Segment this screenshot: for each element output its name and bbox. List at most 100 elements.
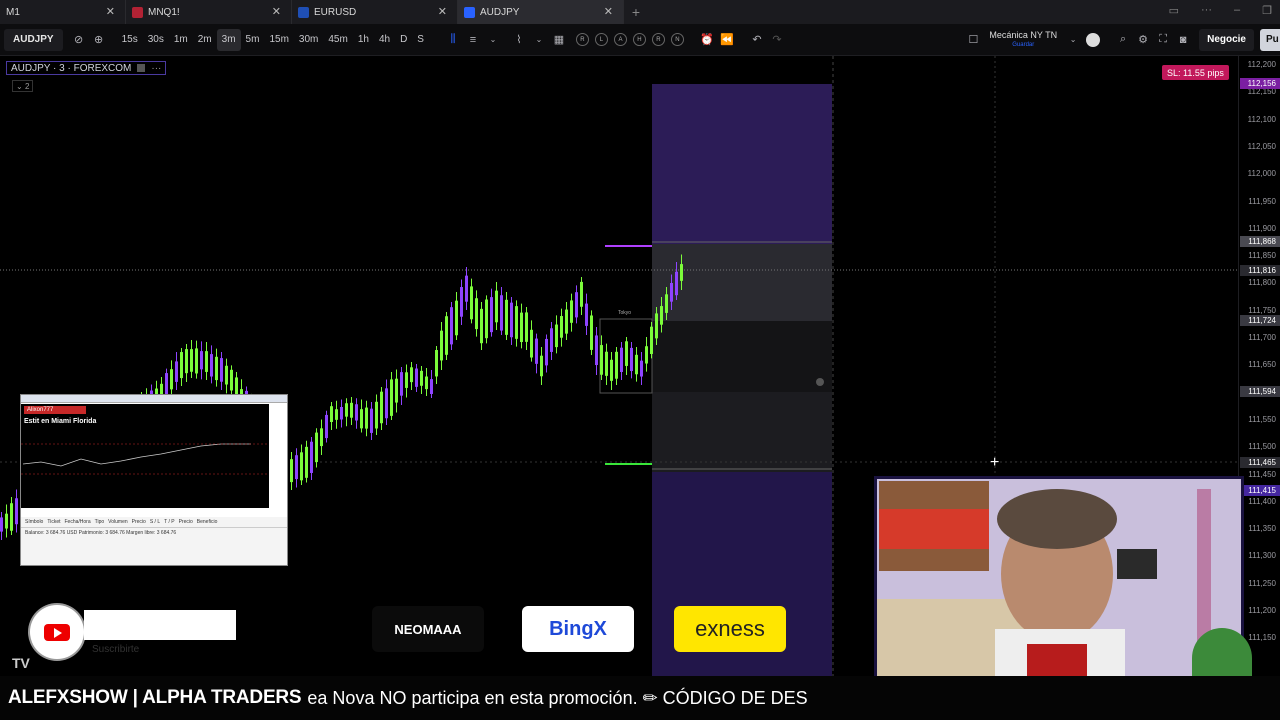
- close-icon[interactable]: ✕: [438, 5, 447, 18]
- candle-body: [15, 498, 18, 524]
- range-zone-lower: [652, 392, 832, 472]
- marker-button-0[interactable]: R: [576, 33, 589, 46]
- marker-button-1[interactable]: L: [595, 33, 608, 46]
- timeframe-1h[interactable]: 1h: [353, 29, 374, 51]
- window-menu-icon[interactable]: ▭: [1169, 4, 1179, 17]
- chevron-down-icon[interactable]: ⌄: [483, 29, 503, 51]
- candle-body: [355, 404, 358, 420]
- tab-eurusd[interactable]: EURUSD ✕: [292, 0, 458, 24]
- subscribe-box[interactable]: [84, 610, 236, 640]
- add-symbol-icon[interactable]: ⊕: [89, 29, 109, 51]
- candle-body: [5, 514, 8, 529]
- timeframe-30m[interactable]: 30m: [294, 29, 323, 51]
- price-tick-label: 112,000: [1248, 169, 1276, 178]
- timeframe-15m[interactable]: 15m: [264, 29, 293, 51]
- symbol-legend[interactable]: AUDJPY · 3 · FOREXCOM ···: [6, 61, 166, 75]
- timeframe-15s[interactable]: 15s: [117, 29, 143, 51]
- close-icon[interactable]: ✕: [604, 5, 613, 18]
- undo-icon[interactable]: ↶: [747, 29, 767, 51]
- webcam-overlay: [874, 476, 1244, 690]
- marker-button-2[interactable]: A: [614, 33, 627, 46]
- trade-button[interactable]: Negocie: [1199, 29, 1254, 51]
- marker-button-3[interactable]: H: [633, 33, 646, 46]
- mt-column-header: Fecha/Hora: [65, 519, 91, 525]
- timeframe-S[interactable]: S: [412, 29, 429, 51]
- templates-icon[interactable]: ▦: [549, 29, 569, 51]
- range-zone-upper: [652, 244, 832, 321]
- price-tick-label: 111,500: [1248, 442, 1276, 451]
- chart-type-icon[interactable]: ≡: [463, 29, 483, 51]
- candle-body: [490, 297, 493, 332]
- indicator-flag-icon[interactable]: ⊘: [69, 29, 89, 51]
- timeframe-4h[interactable]: 4h: [374, 29, 395, 51]
- avatar[interactable]: [1083, 29, 1103, 51]
- tab-m1[interactable]: M1 ✕: [0, 0, 126, 24]
- candle-body: [200, 351, 203, 369]
- indicators-toggle[interactable]: ⌄ 2: [12, 80, 33, 92]
- candle-body: [430, 379, 433, 394]
- more-icon[interactable]: ···: [1201, 4, 1212, 17]
- candle-body: [0, 517, 3, 531]
- publish-button[interactable]: Pu: [1260, 29, 1280, 51]
- candle-body: [195, 348, 198, 373]
- candle-body: [210, 354, 213, 376]
- chevron-down-icon[interactable]: ⌄: [1063, 29, 1083, 51]
- replay-icon[interactable]: ⏪: [717, 29, 737, 51]
- timeframe-5m[interactable]: 5m: [241, 29, 265, 51]
- close-icon[interactable]: ✕: [272, 5, 281, 18]
- legend-square-icon[interactable]: [137, 64, 145, 72]
- tab-audjpy[interactable]: AUDJPY ✕: [458, 0, 624, 24]
- mt-column-header: Ticket: [47, 519, 60, 525]
- candle-body: [305, 447, 308, 478]
- camera-icon[interactable]: ◙: [1173, 29, 1193, 51]
- layout-icon[interactable]: ☐: [963, 29, 983, 51]
- timeframe-1m[interactable]: 1m: [169, 29, 193, 51]
- youtube-logo-icon: [30, 605, 84, 659]
- price-tick-label: 111,950: [1248, 197, 1276, 206]
- candle-body: [665, 294, 668, 313]
- bar-style-icon[interactable]: ⫼: [443, 29, 463, 51]
- clock-icon[interactable]: [816, 378, 824, 386]
- candle-body: [320, 428, 323, 446]
- new-tab-button[interactable]: +: [624, 4, 648, 20]
- layout-name-button[interactable]: Mecánica NY TN Guardar: [989, 30, 1057, 50]
- redo-icon[interactable]: ↷: [767, 29, 787, 51]
- candle-body: [610, 360, 613, 381]
- candle-body: [165, 373, 168, 396]
- sponsor-neomaaa-label: NEOMAAA: [394, 622, 461, 637]
- candle-body: [370, 409, 373, 433]
- legend-more-icon[interactable]: ···: [151, 63, 161, 74]
- tab-mnq1[interactable]: MNQ1! ✕: [126, 0, 292, 24]
- timeframe-2m[interactable]: 2m: [193, 29, 217, 51]
- marker-button-4[interactable]: R: [652, 33, 665, 46]
- close-icon[interactable]: ✕: [106, 5, 115, 18]
- candle-body: [205, 351, 208, 372]
- candle-body: [315, 433, 318, 462]
- sponsor-bingx-label: BingX: [549, 618, 607, 641]
- candle-body: [595, 335, 598, 365]
- search-icon[interactable]: ⌕: [1113, 29, 1133, 51]
- alert-icon[interactable]: ⏰: [697, 29, 717, 51]
- ticker-text: ea Nova NO participa en esta promoción. …: [307, 688, 807, 709]
- marker-button-5[interactable]: N: [671, 33, 684, 46]
- price-tick-label: 111,700: [1248, 333, 1276, 342]
- subscribe-label[interactable]: Suscribirte: [92, 644, 139, 655]
- minimize-icon[interactable]: –: [1234, 4, 1240, 17]
- mt-column-header: Tipo: [95, 519, 105, 525]
- timeframe-45m[interactable]: 45m: [323, 29, 352, 51]
- restore-icon[interactable]: ❐: [1262, 4, 1272, 17]
- webcam-feed: [877, 479, 1241, 687]
- timeframe-3m[interactable]: 3m: [217, 29, 241, 51]
- symbol-search-button[interactable]: AUDJPY: [4, 29, 63, 51]
- settings-icon[interactable]: ⚙: [1133, 29, 1153, 51]
- timeframe-30s[interactable]: 30s: [143, 29, 169, 51]
- price-axis[interactable]: 112,200 112,150 112,100 112,050 112,000 111,9…: [1238, 56, 1280, 676]
- chevron-down-icon[interactable]: ⌄: [529, 29, 549, 51]
- candle-body: [570, 300, 573, 322]
- timeframe-D[interactable]: D: [395, 29, 412, 51]
- indicators-icon[interactable]: ⌇: [509, 29, 529, 51]
- candle-body: [605, 352, 608, 376]
- fullscreen-icon[interactable]: ⛶: [1153, 29, 1173, 51]
- mt-column-header: S / L: [150, 519, 160, 525]
- chart-toolbar: AUDJPY ⊘ ⊕ 15s 30s 1m 2m 3m 5m 15m 30m 45m 1h 4h D S…: [0, 24, 1280, 56]
